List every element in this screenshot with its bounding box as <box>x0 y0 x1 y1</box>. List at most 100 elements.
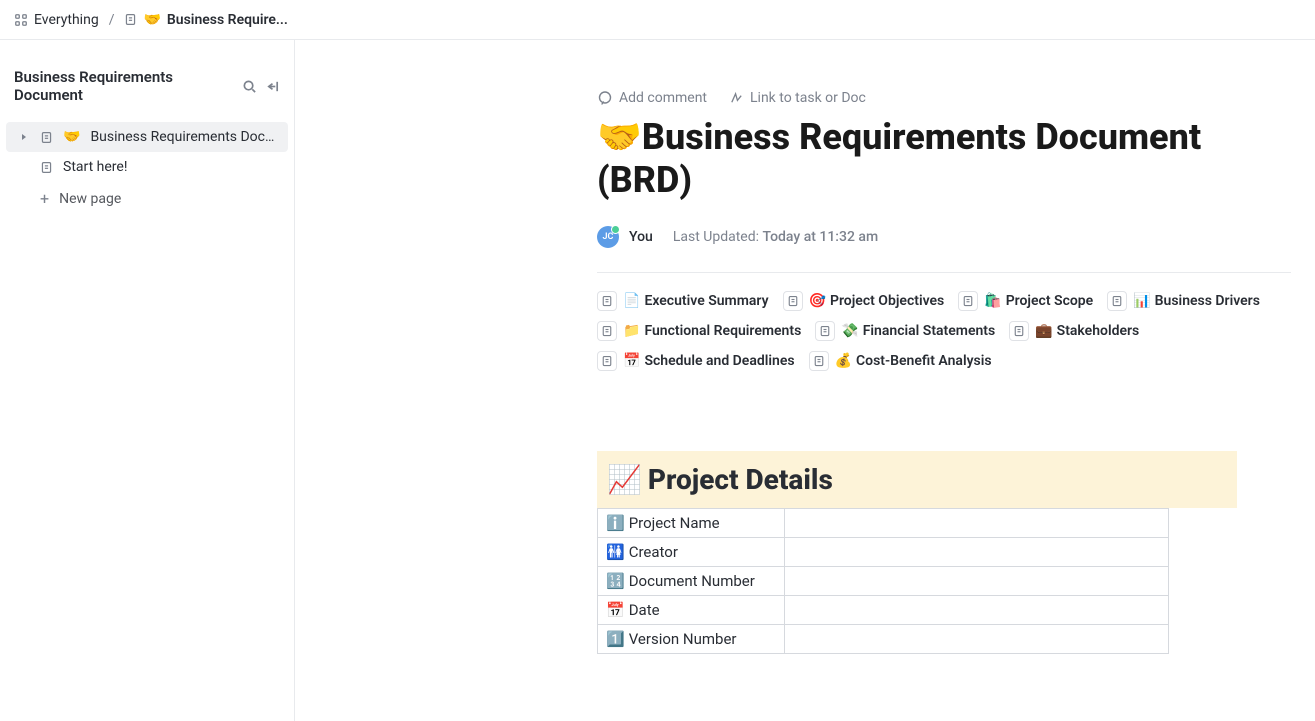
sidebar-item-emoji: 🤝 <box>63 129 80 145</box>
breadcrumb-root[interactable]: Everything <box>14 12 99 28</box>
cell-label: Date <box>629 601 660 619</box>
cell-label: Creator <box>629 543 678 561</box>
table-cell-value[interactable] <box>785 538 1169 567</box>
sidebar-item-label: Business Requirements Document ... <box>90 129 276 145</box>
table-cell-label[interactable]: 🚻Creator <box>598 538 785 567</box>
subpage-label: Project Objectives <box>830 293 944 309</box>
add-comment-button[interactable]: Add comment <box>597 90 707 106</box>
add-comment-label: Add comment <box>619 90 707 106</box>
table-cell-value[interactable] <box>785 596 1169 625</box>
subpage-link[interactable]: 📄Executive Summary <box>597 291 769 311</box>
table-cell-label[interactable]: ℹ️Project Name <box>598 509 785 538</box>
subpage-label: Stakeholders <box>1057 323 1140 339</box>
table-cell-label[interactable]: 🔢Document Number <box>598 567 785 596</box>
avatar[interactable]: JC <box>597 226 619 248</box>
cell-label: Version Number <box>629 630 737 648</box>
subpage-emoji: 📁 <box>623 323 640 339</box>
table-row: 🚻Creator <box>598 538 1169 567</box>
page-icon <box>1107 291 1127 311</box>
subpage-link[interactable]: 💰Cost-Benefit Analysis <box>809 351 992 371</box>
subpage-emoji: 💼 <box>1035 323 1052 339</box>
subpage-link[interactable]: 🛍️ Project Scope <box>958 291 1093 311</box>
table-cell-value[interactable] <box>785 509 1169 538</box>
subpage-emoji: 📊 <box>1133 293 1150 309</box>
page-icon <box>597 291 617 311</box>
table-cell-value[interactable] <box>785 567 1169 596</box>
breadcrumb-current-label: Business Require... <box>167 12 288 28</box>
plus-icon: + <box>40 189 49 208</box>
subpage-label: Functional Requirements <box>644 323 801 339</box>
breadcrumb: Everything / 🤝 Business Require... <box>0 0 1315 40</box>
link-task-label: Link to task or Doc <box>750 90 866 106</box>
cell-label: Document Number <box>629 572 755 590</box>
link-icon <box>729 91 744 106</box>
last-updated-label: Last Updated: <box>673 229 759 245</box>
subpage-link[interactable]: 📊 Business Drivers <box>1107 291 1260 311</box>
breadcrumb-current-emoji: 🤝 <box>143 12 160 28</box>
subpage-label: Business Drivers <box>1155 293 1260 309</box>
subpage-emoji: 🎯 <box>809 293 826 309</box>
page-icon <box>783 291 803 311</box>
cell-icon: 1️⃣ <box>606 630 625 648</box>
subpage-emoji: 📅 <box>623 353 640 369</box>
link-task-button[interactable]: Link to task or Doc <box>729 90 866 106</box>
subpages-list: 📄Executive Summary 🎯Project Objectives 🛍️ P… <box>597 291 1291 391</box>
subpage-link[interactable]: 📁Functional Requirements <box>597 321 801 341</box>
doc-title-emoji: 🤝 <box>597 116 642 158</box>
sidebar-item-label: Start here! <box>63 159 276 175</box>
table-row: 📅Date <box>598 596 1169 625</box>
page-icon <box>1009 321 1029 341</box>
breadcrumb-current[interactable]: 🤝 Business Require... <box>124 12 287 28</box>
doc-title[interactable]: 🤝Business Requirements Document (BRD) <box>597 116 1291 202</box>
page-icon <box>40 161 53 174</box>
table-cell-label[interactable]: 1️⃣Version Number <box>598 625 785 654</box>
table-cell-label[interactable]: 📅Date <box>598 596 785 625</box>
last-updated-value: Today at 11:32 am <box>763 229 879 245</box>
subpage-link[interactable]: 💸 Financial Statements <box>815 321 995 341</box>
cell-label: Project Name <box>629 514 720 532</box>
subpage-label: Cost-Benefit Analysis <box>856 353 992 369</box>
subpage-link[interactable]: 🎯Project Objectives <box>783 291 945 311</box>
table-row: ℹ️Project Name <box>598 509 1169 538</box>
sidebar-item-brd[interactable]: 🤝 Business Requirements Document ... <box>6 122 288 152</box>
content-area: Add comment Link to task or Doc 🤝Busines… <box>295 40 1315 721</box>
subpage-label: Project Scope <box>1006 293 1094 309</box>
project-details-table: ℹ️Project Name🚻Creator🔢Document Number📅D… <box>597 508 1169 654</box>
page-icon <box>815 321 835 341</box>
subpage-label: Executive Summary <box>644 293 768 309</box>
sidebar-new-page[interactable]: + New page <box>6 182 288 215</box>
breadcrumb-root-label: Everything <box>34 12 99 28</box>
sidebar-item-start-here[interactable]: Start here! <box>6 152 288 182</box>
subpage-link[interactable]: 💼 Stakeholders <box>1009 321 1139 341</box>
subpage-emoji: 🛍️ <box>984 293 1001 309</box>
cell-icon: ℹ️ <box>606 514 625 532</box>
author-label: You <box>629 229 653 245</box>
subpage-link[interactable]: 📅Schedule and Deadlines <box>597 351 795 371</box>
subpage-emoji: 💰 <box>835 353 852 369</box>
page-icon <box>124 13 137 26</box>
chevron-right-icon[interactable] <box>18 133 30 141</box>
page-icon <box>597 351 617 371</box>
table-row: 1️⃣Version Number <box>598 625 1169 654</box>
collapse-sidebar-icon[interactable] <box>265 79 280 94</box>
subpage-emoji: 💸 <box>841 323 858 339</box>
doc-meta: JC You Last Updated: Today at 11:32 am <box>597 226 1291 273</box>
grid-icon <box>14 13 28 27</box>
cell-icon: 🔢 <box>606 572 625 590</box>
section-emoji: 📈 <box>607 463 642 496</box>
search-icon[interactable] <box>242 79 257 94</box>
subpage-label: Schedule and Deadlines <box>644 353 794 369</box>
table-cell-value[interactable] <box>785 625 1169 654</box>
cell-icon: 🚻 <box>606 543 625 561</box>
doc-title-text: Business Requirements Document (BRD) <box>597 116 1201 201</box>
cell-icon: 📅 <box>606 601 625 619</box>
page-icon <box>597 321 617 341</box>
subpage-label: Financial Statements <box>863 323 996 339</box>
breadcrumb-separator: / <box>109 12 115 28</box>
table-row: 🔢Document Number <box>598 567 1169 596</box>
sidebar-title: Business Requirements Document <box>14 68 234 104</box>
sidebar: Business Requirements Document 🤝 <box>0 40 295 721</box>
page-icon <box>809 351 829 371</box>
project-details-header: 📈 Project Details <box>597 451 1237 508</box>
sidebar-new-page-label: New page <box>59 191 276 207</box>
